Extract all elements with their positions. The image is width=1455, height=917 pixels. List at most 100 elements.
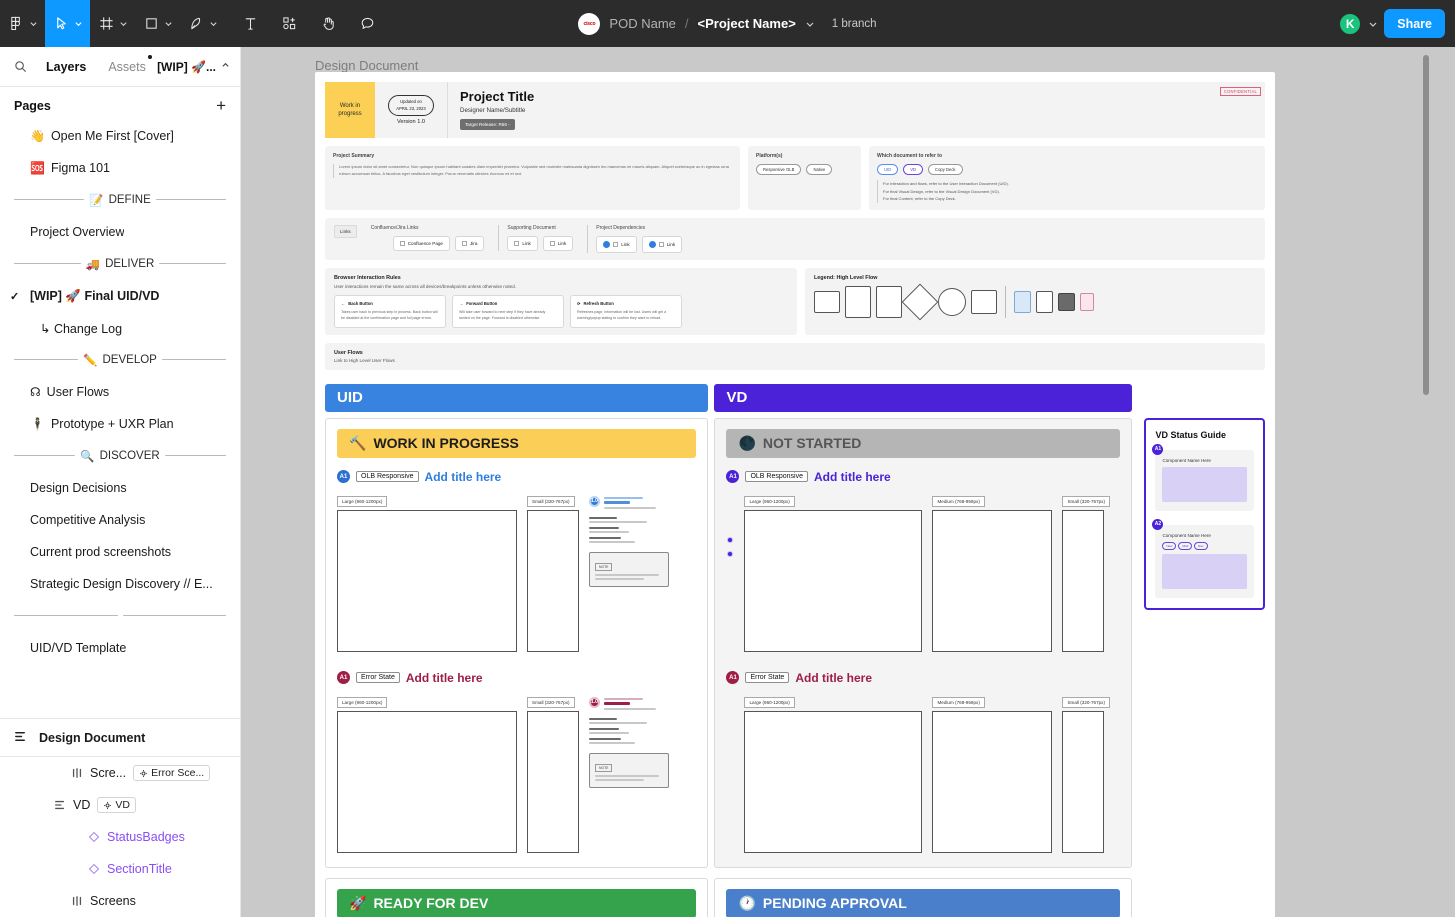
move-tool-chevron-down-icon[interactable] — [73, 0, 90, 47]
dependency-link[interactable]: Link — [641, 235, 683, 253]
page-item[interactable]: Project Overview — [0, 216, 240, 248]
layer-component-pill[interactable]: Error Sce... — [133, 765, 211, 781]
page-item[interactable]: ☊ User Flows — [0, 376, 240, 408]
frame-canvas[interactable] — [527, 710, 579, 853]
avatar-dot-icon — [648, 240, 656, 248]
page-item-label: Open Me First [Cover] — [50, 129, 174, 143]
rule-card-back: ← Back Button Takes user back to previou… — [334, 294, 446, 328]
layer-component-pill[interactable]: VD — [97, 797, 136, 813]
page-item[interactable]: 🕴 Prototype + UXR Plan — [0, 408, 240, 440]
hand-tool-icon[interactable] — [312, 0, 345, 47]
frame-large[interactable]: Large (960-1200px) — [337, 696, 517, 853]
frame-canvas[interactable] — [932, 710, 1053, 853]
page-item[interactable]: Current prod screenshots — [0, 536, 240, 568]
components-tool-icon[interactable] — [273, 0, 306, 47]
doc-meta: Updated on APRIL 23, 2023 Version 1.0 — [375, 82, 448, 138]
layer-row[interactable]: Scre... Error Sce... — [0, 757, 240, 789]
frame-canvas[interactable] — [337, 710, 517, 853]
page-item[interactable]: ✓ [WIP] 🚀 Final UID/VD — [0, 280, 240, 312]
document-frame-label[interactable]: Design Document — [315, 58, 418, 73]
current-file-chip[interactable]: [WIP] 🚀... — [157, 60, 230, 74]
page-item[interactable]: Strategic Design Discovery // E... — [0, 568, 240, 600]
uid-frames-row: Large (960-1200px) Small (320-767px) 1.0 — [337, 495, 696, 652]
tab-layers[interactable]: Layers — [35, 60, 97, 74]
frame-canvas[interactable] — [1062, 710, 1105, 853]
branch-count-label[interactable]: 1 branch — [832, 18, 877, 30]
frame-tool-chevron-down-icon[interactable] — [118, 0, 135, 47]
designer-subtitle: Designer Name/Subtitle — [460, 107, 526, 114]
legend-shape-decision — [901, 283, 939, 321]
frame-canvas[interactable] — [527, 509, 579, 652]
link-label: Jira — [469, 240, 478, 246]
project-chevron-down-icon[interactable] — [805, 19, 815, 29]
layer-row[interactable]: SectionTitle — [0, 853, 240, 885]
tab-assets[interactable]: Assets — [97, 54, 157, 74]
frame-large[interactable]: Large (960-1200px) — [744, 696, 923, 853]
legend-items — [814, 283, 1256, 321]
frame-small[interactable]: Small (320-767px) — [527, 495, 579, 652]
page-item[interactable]: Design Decisions — [0, 472, 240, 504]
platform-tag: Error State — [356, 672, 400, 684]
confluence-page-link[interactable]: Confluence Page — [392, 235, 450, 251]
component-name-label: Component Name Here — [1162, 532, 1211, 538]
canvas-vertical-scrollbar[interactable] — [1423, 55, 1429, 395]
add-title-link[interactable]: Add title here — [795, 671, 872, 685]
page-item[interactable]: 🆘 Figma 101 — [0, 152, 240, 184]
page-item[interactable]: ↳ Change Log — [0, 312, 240, 344]
frame-canvas[interactable] — [744, 509, 923, 652]
layer-row[interactable]: StatusBadges — [0, 821, 240, 853]
pod-name-label[interactable]: POD Name — [609, 16, 675, 31]
search-icon[interactable] — [10, 60, 35, 73]
links-group-heading: Confluence/Jira Links — [370, 224, 419, 231]
supporting-link[interactable]: Link — [542, 235, 574, 251]
frame-small[interactable]: Small (320-767px) — [527, 696, 579, 853]
frame-small[interactable]: Small (320-767px) — [1062, 696, 1111, 853]
user-flows-strip: User Flows Link to High Level User Flows — [325, 342, 1265, 370]
add-page-button[interactable]: + — [216, 97, 226, 114]
canvas[interactable]: Design Document Work in progress Updated… — [241, 47, 1455, 917]
frame-label: Large (960-1200px) — [744, 495, 795, 507]
layers-header-row[interactable]: Design Document — [0, 719, 240, 757]
shape-tool-icon[interactable] — [135, 0, 163, 47]
figma-menu-chevron-down-icon[interactable] — [28, 0, 45, 47]
shape-tool-chevron-down-icon[interactable] — [163, 0, 180, 47]
add-title-link[interactable]: Add title here — [425, 470, 502, 484]
panel-tabs: Layers Assets [WIP] 🚀... — [0, 47, 240, 87]
move-tool-icon[interactable] — [45, 0, 73, 47]
assets-dot-indicator — [147, 54, 152, 59]
pen-tool-chevron-down-icon[interactable] — [208, 0, 225, 47]
add-title-link[interactable]: Add title here — [406, 671, 483, 685]
legend-shape-display — [971, 289, 997, 314]
project-name-label[interactable]: <Project Name> — [698, 16, 796, 31]
frame-medium[interactable]: Medium (768-959px) — [932, 495, 1053, 652]
frame-canvas[interactable] — [337, 509, 517, 652]
share-button[interactable]: Share — [1384, 9, 1445, 38]
layer-row[interactable]: Screens — [0, 885, 240, 917]
frame-tool-icon[interactable] — [90, 0, 118, 47]
frame-medium[interactable]: Medium (768-959px) — [932, 696, 1053, 853]
frame-canvas[interactable] — [1062, 509, 1105, 652]
comment-tool-icon[interactable] — [351, 0, 384, 47]
text-tool-icon[interactable] — [234, 0, 267, 47]
autolayout-icon — [14, 730, 27, 746]
frame-large[interactable]: Large (960-1200px) — [744, 495, 923, 652]
avatar[interactable]: K — [1338, 11, 1363, 36]
frame-canvas[interactable] — [744, 710, 923, 853]
pen-tool-icon[interactable] — [180, 0, 208, 47]
avatar-chevron-down-icon[interactable] — [1368, 19, 1378, 29]
page-item[interactable]: UID/VD Template — [0, 632, 240, 664]
frame-small[interactable]: Small (320-767px) — [1062, 495, 1111, 652]
frame-label: Small (320-767px) — [527, 495, 575, 507]
layer-row[interactable]: VD VD — [0, 789, 240, 821]
add-title-link[interactable]: Add title here — [814, 470, 891, 484]
frame-canvas[interactable] — [932, 509, 1053, 652]
jira-link[interactable]: Jira — [454, 235, 485, 251]
user-flows-subheading[interactable]: Link to High Level User Flows — [334, 358, 1256, 363]
page-item[interactable]: 👋 Open Me First [Cover] — [0, 120, 240, 152]
frame-large[interactable]: Large (960-1200px) — [337, 495, 517, 652]
dependency-link[interactable]: Link — [596, 235, 637, 253]
supporting-link[interactable]: Link — [507, 235, 538, 251]
page-item[interactable]: Competitive Analysis — [0, 504, 240, 536]
figma-menu-icon[interactable] — [0, 0, 28, 47]
rule-title-row: ← Back Button — [341, 301, 439, 306]
